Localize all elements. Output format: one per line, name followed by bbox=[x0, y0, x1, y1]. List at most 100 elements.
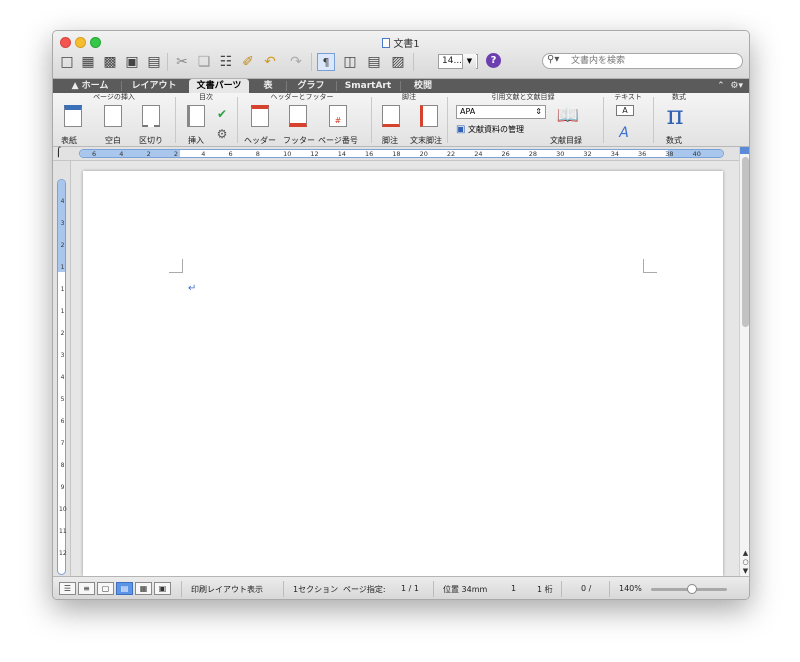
pi-icon[interactable]: π bbox=[662, 101, 688, 131]
focus-view-icon[interactable]: ▣ bbox=[154, 582, 171, 595]
print-layout-view-icon[interactable]: ▤ bbox=[116, 582, 133, 595]
footnote-button[interactable] bbox=[378, 105, 404, 127]
ruler-number: 1 bbox=[60, 286, 65, 293]
vertical-ruler[interactable]: 4 3 2 1 1 1 2 3 4 5 6 7 8 9 10 11 12 bbox=[53, 161, 71, 576]
toc-options-icon[interactable]: ⚙ bbox=[214, 127, 230, 141]
insert-toc-button[interactable] bbox=[184, 105, 208, 127]
position-status: 位置 34mm bbox=[443, 585, 488, 594]
status-divider bbox=[561, 581, 562, 597]
gear-icon[interactable]: ⚙▾ bbox=[730, 81, 743, 91]
toc-icon bbox=[187, 105, 205, 127]
line-status: 1 bbox=[511, 584, 517, 593]
update-toc-icon[interactable]: ✔ bbox=[214, 107, 230, 121]
search-field[interactable]: ⚲▾ bbox=[542, 53, 743, 69]
break-icon bbox=[142, 105, 160, 127]
ruler-number: 38 bbox=[665, 150, 674, 158]
ribbon-tab-bar: ▲ ホーム レイアウト 文書パーツ 表 グラフ SmartArt 校閲 ⌃ ⚙▾ bbox=[53, 79, 749, 93]
group-equation: 数式 π 数式 bbox=[654, 93, 704, 147]
cut-icon[interactable]: ✂ bbox=[173, 53, 191, 71]
sources-icon: ▣ bbox=[456, 124, 466, 135]
tab-home[interactable]: ▲ ホーム bbox=[61, 79, 119, 93]
break-button[interactable] bbox=[137, 105, 165, 127]
chevron-down-icon[interactable]: ▼ bbox=[462, 54, 476, 69]
search-icon[interactable]: ⚲▾ bbox=[547, 54, 559, 65]
page-status[interactable]: 1 / 1 bbox=[401, 584, 419, 593]
sidebar-icon[interactable]: ◫ bbox=[341, 53, 359, 71]
cover-page-button[interactable] bbox=[59, 105, 87, 127]
copy-icon[interactable]: ❏ bbox=[195, 53, 213, 71]
horizontal-ruler[interactable]: ⌠ 6 4 2 2 4 6 8 10 12 14 16 18 20 22 24 26 28 30 32 34 36 38 4… bbox=[53, 147, 749, 161]
ruler-number: 2 bbox=[146, 150, 151, 158]
status-bar: ☰ ≡ ▢ ▤ ▦ ▣ 印刷レイアウト表示 1セクション ページ指定: 1 / … bbox=[53, 576, 749, 599]
ruler-number: 40 bbox=[692, 150, 701, 158]
word-count-status[interactable]: 0 / bbox=[581, 584, 591, 593]
draft-view-icon[interactable]: ☰ bbox=[59, 582, 76, 595]
vertical-scrollbar[interactable]: ▲ ○ ▼ bbox=[739, 147, 749, 576]
tab-review[interactable]: 校閲 bbox=[401, 79, 445, 93]
bibliography-button[interactable]: 📖 bbox=[554, 105, 582, 126]
outline-view-icon[interactable]: ≡ bbox=[78, 582, 95, 595]
book-icon: 📖 bbox=[556, 105, 580, 126]
document-page[interactable]: ↵ bbox=[83, 171, 723, 576]
group-text: テキスト A A bbox=[614, 93, 642, 141]
group-toc: 目次 挿入 ✔ ⚙ bbox=[176, 93, 236, 147]
ribbon-options[interactable]: ⌃ ⚙▾ bbox=[717, 79, 743, 93]
group-citations: 引用文献と文献目録 APA ⇕ ▣ 文献資料の管理 📖 文献目録 bbox=[456, 93, 582, 145]
footer-icon bbox=[289, 105, 307, 127]
split-handle[interactable] bbox=[740, 147, 749, 154]
ruler-number: 28 bbox=[528, 150, 538, 158]
print-icon[interactable]: ▤ bbox=[145, 53, 163, 71]
redo-icon[interactable]: ↷ bbox=[287, 53, 305, 71]
document-icon bbox=[382, 38, 391, 48]
document-area[interactable]: ↵ bbox=[71, 161, 739, 576]
group-footnotes: 脚注 脚注 文末脚注 bbox=[372, 93, 446, 147]
collapse-ribbon-icon[interactable]: ⌃ bbox=[717, 81, 725, 91]
zoom-slider-knob[interactable] bbox=[687, 584, 697, 594]
ruler-track: 6 4 2 2 4 6 8 10 12 14 16 18 20 22 24 26 28 30 32 34 36 38 40 bbox=[79, 149, 724, 158]
format-painter-icon[interactable]: ✐ bbox=[239, 53, 257, 71]
tab-tables[interactable]: 表 bbox=[251, 79, 285, 93]
next-page-icon[interactable]: ▼ bbox=[741, 567, 749, 576]
browse-object-icon[interactable]: ○ bbox=[741, 558, 749, 567]
tab-document-elements[interactable]: 文書パーツ bbox=[189, 79, 249, 93]
text-box-icon[interactable]: A bbox=[616, 105, 634, 116]
wordart-icon[interactable]: A bbox=[614, 125, 634, 141]
manage-sources-button[interactable]: ▣ 文献資料の管理 bbox=[456, 124, 524, 135]
ruler-number: 14 bbox=[337, 150, 346, 158]
tab-smartart[interactable]: SmartArt bbox=[337, 79, 399, 93]
endnote-button[interactable] bbox=[416, 105, 442, 127]
previous-page-icon[interactable]: ▲ bbox=[741, 549, 749, 558]
ruler-number: 10 bbox=[283, 150, 292, 158]
insert-toc-label: 挿入 bbox=[188, 136, 204, 145]
media-browser-icon[interactable]: ▨ bbox=[389, 53, 407, 71]
blank-page-button[interactable] bbox=[99, 105, 127, 127]
footer-button[interactable] bbox=[284, 105, 312, 127]
tab-layout[interactable]: レイアウト bbox=[123, 79, 185, 93]
publishing-view-icon[interactable]: ▢ bbox=[97, 582, 114, 595]
footnote-label: 脚注 bbox=[382, 136, 398, 145]
formatting-marks-icon[interactable]: ¶ bbox=[317, 53, 335, 71]
citation-style-select[interactable]: APA ⇕ bbox=[456, 105, 546, 119]
margin-corner-mark bbox=[169, 259, 183, 273]
tab-stop-icon[interactable]: ⌠ bbox=[56, 148, 61, 158]
undo-icon[interactable]: ↶ bbox=[261, 53, 279, 71]
new-icon[interactable]: □ bbox=[58, 53, 76, 71]
help-icon[interactable]: ? bbox=[486, 53, 501, 68]
tab-charts[interactable]: グラフ bbox=[287, 79, 335, 93]
print-layout-icon[interactable]: ▤ bbox=[365, 53, 383, 71]
scroll-thumb[interactable] bbox=[742, 157, 749, 327]
save-icon[interactable]: ▣ bbox=[123, 53, 141, 71]
ruler-number: 3 bbox=[60, 352, 65, 359]
ruler-number: 3 bbox=[60, 220, 65, 227]
search-input[interactable] bbox=[571, 55, 731, 67]
zoom-slider[interactable] bbox=[651, 584, 727, 594]
page-number-button[interactable]: # bbox=[324, 105, 352, 127]
header-button[interactable] bbox=[246, 105, 274, 127]
open-icon[interactable]: ▩ bbox=[101, 53, 119, 71]
bibliography-label: 文献目録 bbox=[550, 136, 582, 145]
ruler-number: 2 bbox=[60, 242, 65, 249]
notebook-view-icon[interactable]: ▦ bbox=[135, 582, 152, 595]
template-icon[interactable]: ▦ bbox=[79, 53, 97, 71]
ruler-number: 9 bbox=[60, 484, 65, 491]
paste-icon[interactable]: ☷ bbox=[217, 53, 235, 71]
